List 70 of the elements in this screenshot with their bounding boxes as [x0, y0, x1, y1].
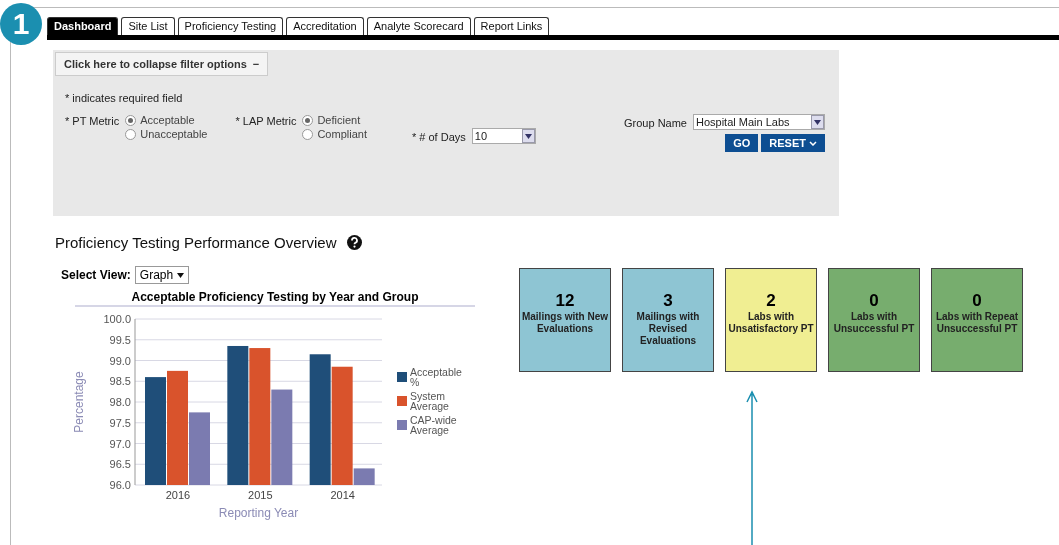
axis-tick-label: 100.0: [103, 313, 131, 325]
metric-tile[interactable]: 0 Labs with Repeat Unsuccessful PT: [931, 268, 1023, 372]
tab[interactable]: Analyte Scorecard: [366, 17, 471, 35]
tile-label: Labs with Repeat Unsuccessful PT: [934, 311, 1020, 335]
radio-button[interactable]: [125, 128, 137, 140]
caret-icon: [811, 115, 824, 129]
axis-tick-label: 97.0: [109, 437, 131, 450]
radio-label: Compliant: [317, 128, 367, 140]
axis-tick-label: 2014: [330, 489, 355, 501]
chart-title: Acceptable Proficiency Testing by Year and Group: [75, 290, 475, 307]
metric-tile[interactable]: 2 Labs with Unsatisfactory PT: [725, 268, 817, 372]
field-label: * LAP Metric: [235, 115, 297, 127]
legend-label: System Average: [410, 391, 450, 411]
radio-label: Unacceptable: [140, 128, 208, 140]
field-label: * # of Days: [411, 130, 466, 143]
section-title: Proficiency Testing Performance Overview: [55, 234, 337, 251]
radio-button[interactable]: [302, 114, 314, 126]
radio-button[interactable]: [302, 128, 314, 140]
axis-tick-label: 2015: [248, 489, 273, 501]
metric-tile[interactable]: 12 Mailings with New Evaluations: [519, 268, 611, 372]
tab[interactable]: Report Links: [473, 17, 550, 35]
tab[interactable]: Dashboard: [47, 17, 119, 35]
tile-label: Labs with Unsuccessful PT: [832, 311, 916, 335]
help-icon[interactable]: [346, 235, 362, 250]
legend-swatch: [397, 396, 407, 406]
tile-count: 0: [972, 291, 982, 311]
go-button[interactable]: GO: [725, 134, 759, 152]
legend-label: Acceptable %: [410, 367, 463, 387]
reset-button[interactable]: RESET: [761, 134, 825, 152]
select-view-label: Select View:: [61, 268, 131, 282]
tile-count: 3: [663, 291, 673, 311]
tile-label: Mailings with Revised Evaluations: [635, 311, 701, 347]
x-axis-title: Reporting Year: [218, 506, 299, 520]
tile-count: 2: [766, 291, 776, 311]
field-label: Group Name: [624, 116, 687, 129]
radio-label: Deficient: [317, 114, 361, 126]
axis-tick-label: 2016: [165, 489, 191, 501]
legend-swatch: [397, 372, 407, 382]
collapse-button[interactable]: Click here to collapse filter options −: [55, 52, 269, 76]
radio-button[interactable]: [125, 114, 137, 126]
caret-icon: [177, 272, 185, 278]
axis-tick-label: 98.5: [109, 375, 131, 388]
tile-label: Mailings with New Evaluations: [520, 311, 610, 335]
legend-label: CAP-wide Average: [410, 415, 458, 435]
metric-tile[interactable]: 3 Mailings with Revised Evaluations: [622, 268, 714, 372]
legend-swatch: [397, 420, 407, 430]
radio-label: Acceptable: [140, 114, 195, 126]
step-badge: 1: [0, 3, 42, 45]
axis-tick-label: 96.5: [109, 458, 131, 471]
group-select[interactable]: Hospital Main Labs: [693, 114, 825, 130]
tab[interactable]: Proficiency Testing: [177, 17, 284, 35]
tile-label: Labs with Unsatisfactory PT: [727, 311, 815, 335]
y-axis-title: Percentage: [72, 371, 86, 433]
arrow-icon: [746, 390, 758, 545]
field-label: * PT Metric: [65, 115, 120, 127]
tab[interactable]: Site List: [121, 17, 175, 35]
chevron-icon: [809, 140, 817, 146]
days-select[interactable]: 10: [471, 128, 536, 144]
axis-tick-label: 97.5: [109, 416, 131, 429]
axis-tick-label: 99.0: [109, 354, 131, 367]
tab[interactable]: Accreditation: [286, 17, 364, 35]
required-note: * indicates required field: [65, 92, 184, 104]
axis-tick-label: 98.0: [109, 396, 131, 408]
tile-count: 0: [869, 291, 879, 311]
tile-count: 12: [555, 291, 575, 311]
view-select[interactable]: Graph: [134, 266, 190, 284]
axis-tick-label: 96.0: [109, 479, 131, 491]
axis-tick-label: 99.5: [109, 333, 131, 346]
caret-icon: [521, 129, 535, 143]
metric-tile[interactable]: 0 Labs with Unsuccessful PT: [828, 268, 920, 372]
